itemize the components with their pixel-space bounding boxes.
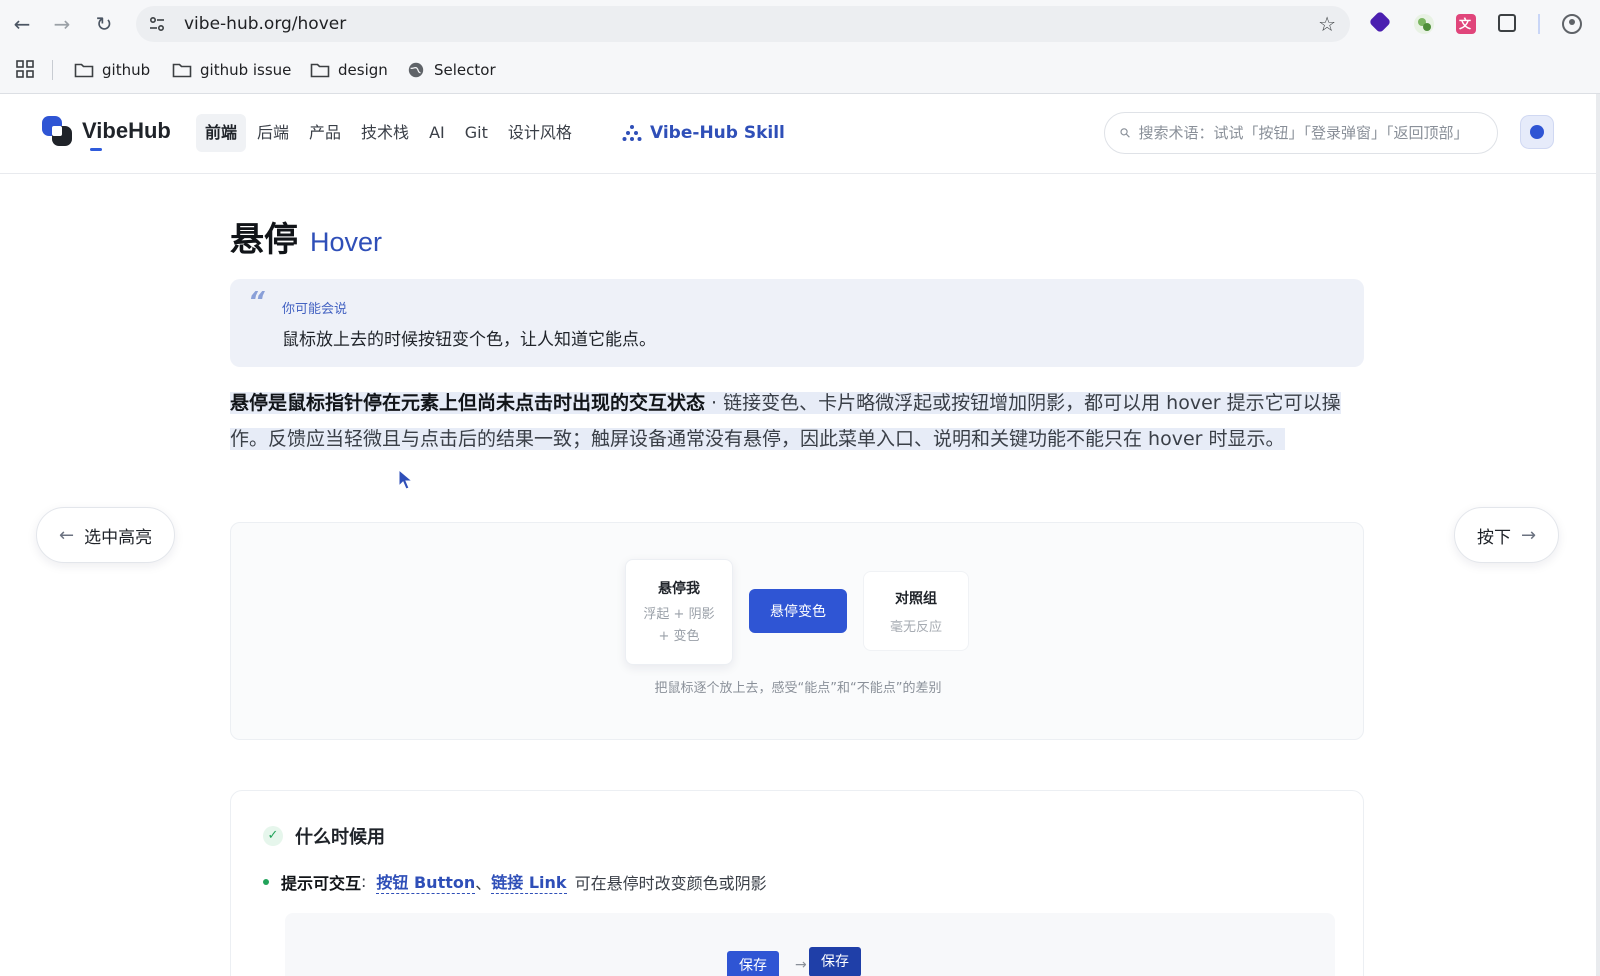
bookmark-github[interactable]: github <box>74 58 150 82</box>
nav-item-tech-stack[interactable]: 技术栈 <box>352 114 418 152</box>
search-box[interactable]: ⚲ <box>1104 112 1498 154</box>
button-term-link[interactable]: 按钮 Button <box>376 869 476 894</box>
control-card-sub: 毫无反应 <box>889 620 942 635</box>
hover-color-button[interactable]: 悬停变色 <box>749 589 847 633</box>
toolbar-divider <box>1538 14 1540 34</box>
usage-separator: 、 <box>475 873 492 893</box>
usage-item: 提示可交互: 按钮 Button 、 链接 Link 可在悬停时改变颜色或阴影 <box>263 869 767 894</box>
quote-mark-icon: “ <box>248 287 265 317</box>
url-text[interactable]: vibe-hub.org/hover <box>184 6 346 42</box>
site-settings-icon[interactable] <box>148 15 166 33</box>
hover-card-sub-2: + 变色 <box>658 629 700 644</box>
bookmarks-divider <box>52 60 53 80</box>
quote-box: “ 你可能会说 鼠标放上去的时候按钮变个色，让人知道它能点。 <box>230 279 1364 367</box>
definition-bold: 悬停是鼠标指针停在元素上但尚未点击时出现的交互状态 <box>230 392 706 414</box>
control-card-title: 对照组 <box>895 591 937 607</box>
extension-translate-icon[interactable]: 文 <box>1456 14 1476 34</box>
mouse-cursor-icon <box>398 469 414 490</box>
bookmark-selector[interactable]: Selector <box>406 58 496 82</box>
site-header: VibeHub 前端 后端 产品 技术栈 AI Git 设计风格 Vibe-Hu… <box>0 94 1600 174</box>
bullet-dot <box>263 878 269 885</box>
search-input[interactable] <box>1138 124 1489 142</box>
control-group-card: 对照组 毫无反应 <box>863 571 969 651</box>
vibehub-logo-icon <box>42 116 72 146</box>
bookmarks-bar: github github issue design Selector <box>0 48 1600 94</box>
browser-toolbar: ← → ↻ vibe-hub.org/hover ☆ 文 <box>0 0 1600 48</box>
main-nav: 前端 后端 产品 技术栈 AI Git 设计风格 <box>196 114 583 152</box>
definition-paragraph: 悬停是鼠标指针停在元素上但尚未点击时出现的交互状态 · 链接变色、卡片略微浮起或… <box>230 392 1341 450</box>
reload-icon[interactable]: ↻ <box>92 12 116 36</box>
next-topic-label: 按下 <box>1477 527 1511 548</box>
next-topic-button[interactable]: 按下 → <box>1454 507 1560 563</box>
mini-save-button-before[interactable]: 保存 <box>727 951 779 976</box>
bookmark-design[interactable]: design <box>310 58 388 82</box>
globe-icon <box>408 62 424 78</box>
quote-label: 你可能会说 <box>282 302 348 317</box>
quote-text: 鼠标放上去的时候按钮变个色，让人知道它能点。 <box>282 330 656 350</box>
forward-icon[interactable]: → <box>50 12 74 36</box>
folder-icon <box>310 63 330 78</box>
nav-item-frontend[interactable]: 前端 <box>196 114 247 152</box>
usage-card: ✓ 什么时候用 提示可交互: 按钮 Button 、 链接 Link 可在悬停时… <box>230 790 1364 976</box>
bookmark-github-issue[interactable]: github issue <box>172 58 291 82</box>
address-bar[interactable]: vibe-hub.org/hover ☆ <box>136 6 1350 42</box>
arrow-right-icon: → <box>795 957 807 973</box>
prev-topic-button[interactable]: ← 选中高亮 <box>36 507 176 563</box>
profile-icon[interactable] <box>1562 14 1582 34</box>
nav-item-backend[interactable]: 后端 <box>248 114 298 152</box>
mini-save-button-after[interactable]: 保存 <box>809 947 861 976</box>
search-icon: ⚲ <box>1117 124 1135 142</box>
page-title-zh: 悬停 <box>230 220 298 260</box>
prev-topic-label: 选中高亮 <box>84 527 153 548</box>
apps-grid-icon[interactable] <box>16 60 34 78</box>
bookmark-label: design <box>338 61 388 79</box>
nav-item-git[interactable]: Git <box>456 114 497 152</box>
nav-item-ai[interactable]: AI <box>420 114 454 152</box>
folder-icon <box>74 63 94 78</box>
page-title: 悬停 Hover <box>230 212 382 261</box>
demo-caption: 把鼠标逐个放上去，感受“能点”和“不能点”的差别 <box>654 681 942 696</box>
nav-item-product[interactable]: 产品 <box>300 114 350 152</box>
usage-title: 什么时候用 <box>295 827 385 848</box>
bookmark-label: github <box>102 61 151 79</box>
extension-bean-icon[interactable] <box>1414 14 1434 34</box>
vibe-hub-skill-link[interactable]: Vibe-Hub Skill <box>622 114 785 152</box>
hover-card-sub-1: 浮起 + 阴影 <box>643 607 715 622</box>
usage-item-label: 提示可交互 <box>281 873 362 893</box>
theme-toggle-button[interactable] <box>1520 115 1554 149</box>
arrow-left-icon: ← <box>59 524 75 546</box>
hover-demo-panel: 悬停我 浮起 + 阴影 + 变色 悬停变色 对照组 毫无反应 把鼠标逐个放上去，… <box>230 522 1364 740</box>
extensions-puzzle-icon[interactable] <box>1498 14 1516 32</box>
bookmark-label: github issue <box>200 61 292 79</box>
arrow-right-icon: → <box>1521 524 1537 546</box>
folder-icon <box>172 63 192 78</box>
page-title-en: Hover <box>310 227 383 257</box>
check-icon: ✓ <box>263 826 283 846</box>
hover-me-card[interactable]: 悬停我 浮起 + 阴影 + 变色 <box>625 559 733 665</box>
usage-heading: ✓ 什么时候用 <box>263 823 385 849</box>
extension-diamond-icon[interactable] <box>1368 10 1392 34</box>
mini-demo: 保存 → 保存 <box>285 913 1335 976</box>
logo-text: VibeHub <box>82 118 171 143</box>
hover-card-title: 悬停我 <box>658 581 700 597</box>
link-term-link[interactable]: 链接 Link <box>491 869 567 894</box>
skill-label: Vibe-Hub Skill <box>650 123 785 143</box>
theme-dot-icon <box>1530 125 1544 139</box>
usage-item-text: 可在悬停时改变颜色或阴影 <box>574 873 767 893</box>
back-icon[interactable]: ← <box>10 12 34 36</box>
nav-item-design-style[interactable]: 设计风格 <box>499 114 581 152</box>
window-edge <box>1596 94 1600 976</box>
site-logo[interactable]: VibeHub <box>40 114 171 148</box>
bookmark-label: Selector <box>434 61 496 79</box>
pyramid-icon <box>622 125 642 141</box>
bookmark-star-icon[interactable]: ☆ <box>1318 14 1336 34</box>
logo-underline <box>90 148 102 151</box>
